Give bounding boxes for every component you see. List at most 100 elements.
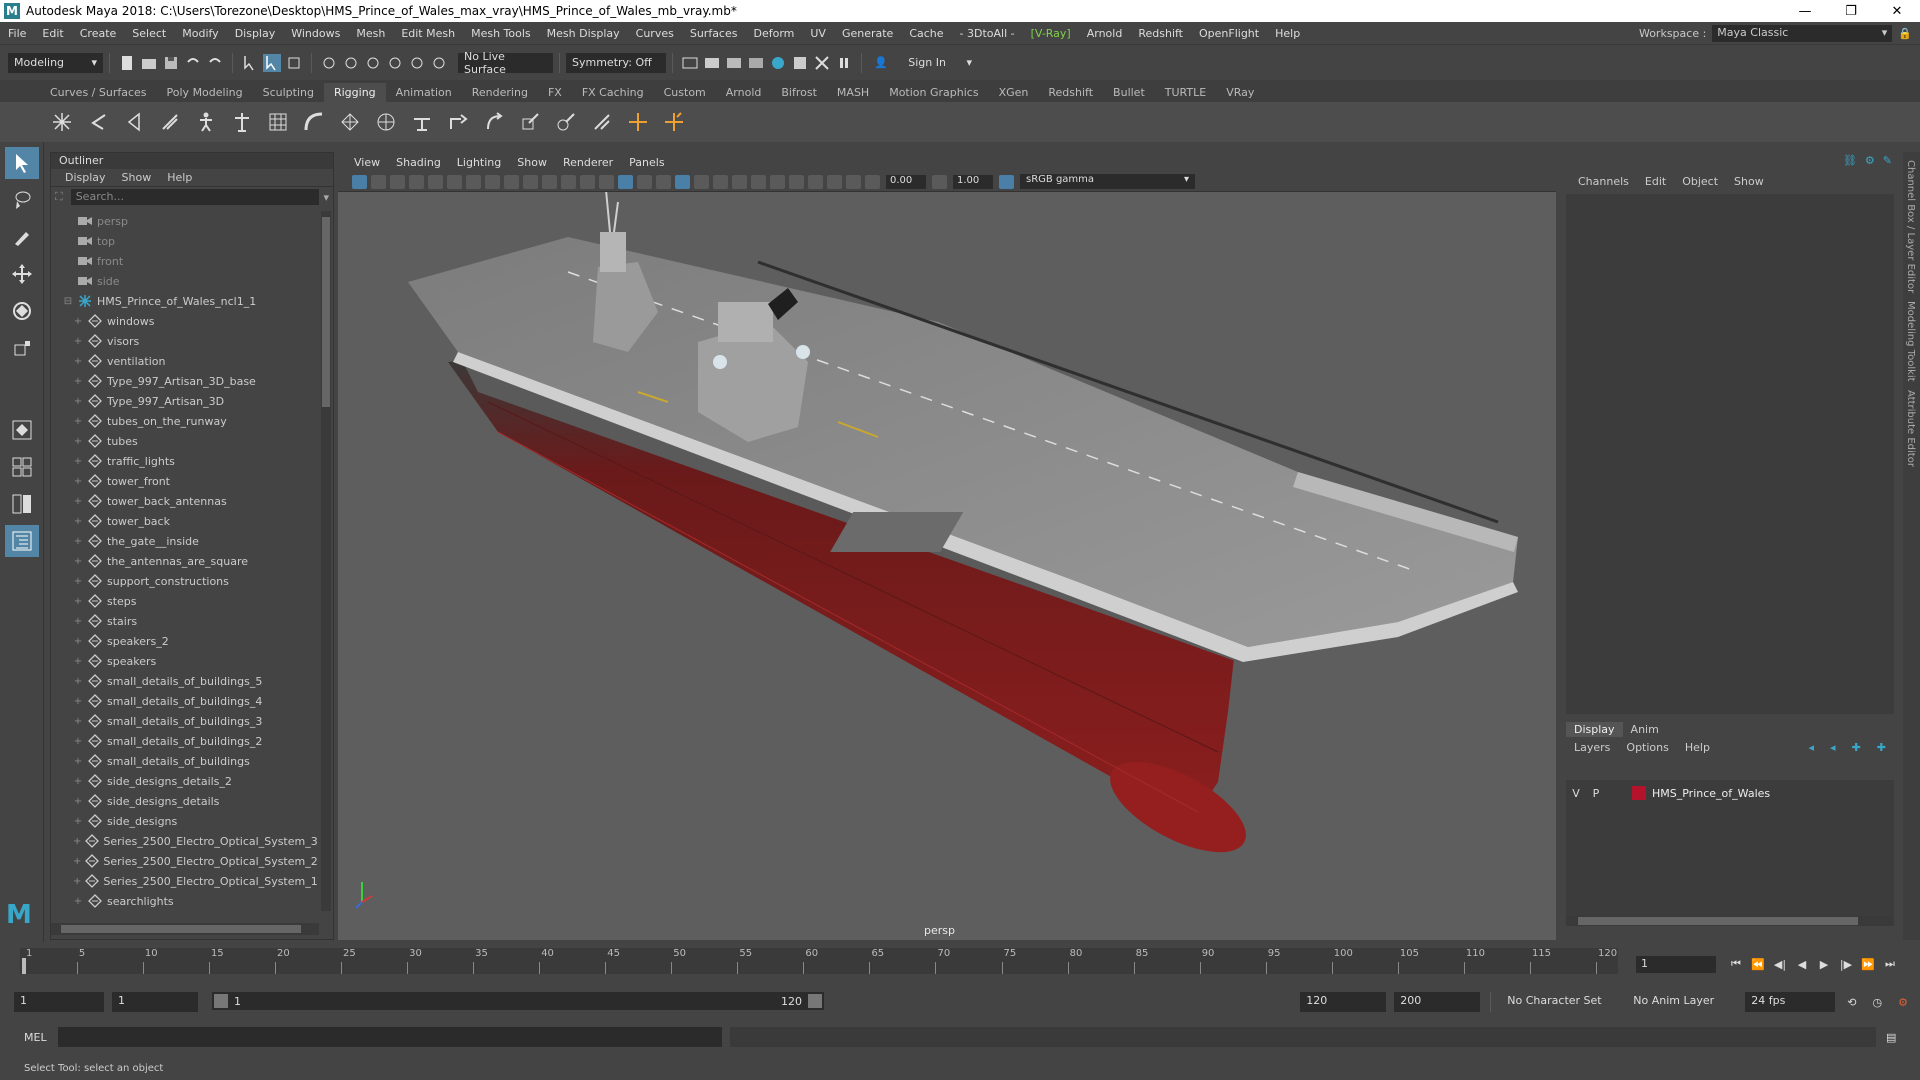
expand-icon[interactable]: +: [73, 736, 83, 747]
select-hierarchy-icon[interactable]: [241, 54, 259, 72]
new-layer-icon[interactable]: ✚: [1844, 741, 1869, 754]
outliner-item[interactable]: + traffic_lights: [51, 451, 317, 471]
outliner-item[interactable]: + side_designs_details: [51, 791, 317, 811]
menu-mesh[interactable]: Mesh: [348, 27, 393, 40]
exposure-icon[interactable]: [865, 174, 880, 189]
locator-icon[interactable]: [625, 109, 651, 135]
outliner-item[interactable]: + visors: [51, 331, 317, 351]
shelf-tab[interactable]: MASH: [827, 83, 879, 102]
tab-anim[interactable]: Anim: [1623, 722, 1667, 737]
outliner-item-camera[interactable]: top: [51, 231, 317, 251]
ipr-render-icon[interactable]: [725, 54, 743, 72]
range-slider-track[interactable]: 1 120: [212, 992, 824, 1010]
wireframe-on-shaded-icon[interactable]: [656, 174, 671, 189]
outliner-item-camera[interactable]: persp: [51, 211, 317, 231]
parent-constraint-icon[interactable]: [409, 109, 435, 135]
outliner-item-camera[interactable]: front: [51, 251, 317, 271]
search-input[interactable]: Search...: [70, 189, 320, 205]
scale-constraint-icon[interactable]: [517, 109, 543, 135]
undo-icon[interactable]: [184, 54, 202, 72]
move-layer-up-icon[interactable]: ◂: [1801, 741, 1823, 754]
single-perspective-layout-button[interactable]: [5, 414, 39, 446]
menu-set-dropdown[interactable]: Modeling ▾: [8, 52, 103, 73]
outliner-item-camera[interactable]: side: [51, 271, 317, 291]
play-backwards-button[interactable]: ◀: [1794, 956, 1810, 972]
shelf-tab[interactable]: FX: [538, 83, 572, 102]
four-view-layout-button[interactable]: [5, 451, 39, 483]
anti-aliasing-icon[interactable]: [770, 174, 785, 189]
outliner-item[interactable]: + Series_2500_Electro_Optical_System_3: [51, 831, 317, 851]
expand-icon[interactable]: +: [73, 436, 83, 447]
expand-icon[interactable]: +: [73, 376, 83, 387]
side-tab-modeling-toolkit[interactable]: Modeling Toolkit: [1905, 301, 1916, 382]
expand-icon[interactable]: +: [73, 456, 83, 467]
menu-edit[interactable]: Edit: [34, 27, 71, 40]
tab-display[interactable]: Display: [1566, 721, 1623, 737]
layer-menu-options[interactable]: Options: [1618, 741, 1676, 754]
step-forward-button[interactable]: ⏩: [1860, 956, 1876, 972]
expand-icon[interactable]: +: [73, 476, 83, 487]
scrollbar-thumb[interactable]: [1578, 917, 1858, 925]
outliner-item[interactable]: + side_designs_details_2: [51, 771, 317, 791]
wire-deformer-icon[interactable]: [337, 109, 363, 135]
persp-outliner-layout-button[interactable]: [5, 488, 39, 520]
menu-select[interactable]: Select: [124, 27, 174, 40]
default-material-icon[interactable]: [637, 174, 652, 189]
pole-vector-icon[interactable]: [589, 109, 615, 135]
outliner-item-root[interactable]: ⊟ HMS_Prince_of_Wales_ncl1_1: [51, 291, 317, 311]
expand-icon[interactable]: +: [73, 876, 81, 887]
side-tab-attribute-editor[interactable]: Attribute Editor: [1905, 390, 1916, 467]
outliner-item[interactable]: + windows: [51, 311, 317, 331]
resolution-gate-icon[interactable]: [504, 174, 519, 189]
menu-curves[interactable]: Curves: [628, 27, 682, 40]
menu-vray[interactable]: [V-Ray]: [1023, 27, 1079, 40]
shadows-icon[interactable]: [713, 174, 728, 189]
select-component-icon[interactable]: [285, 54, 303, 72]
outliner-item[interactable]: + tubes_on_the_runway: [51, 411, 317, 431]
layer-menu-help[interactable]: Help: [1677, 741, 1718, 754]
shelf-tab[interactable]: Bifrost: [771, 83, 827, 102]
playback-end-field[interactable]: 120: [1300, 992, 1387, 1012]
safe-title-icon[interactable]: [580, 174, 595, 189]
expand-icon[interactable]: +: [73, 796, 83, 807]
live-surface-field[interactable]: No Live Surface: [458, 50, 553, 76]
expand-icon[interactable]: +: [73, 676, 83, 687]
outliner-item[interactable]: + side_designs: [51, 811, 317, 831]
render-frame-icon[interactable]: [703, 54, 721, 72]
color-management-icon[interactable]: [999, 174, 1014, 189]
expand-icon[interactable]: +: [73, 336, 83, 347]
loop-icon[interactable]: ⟲: [1847, 996, 1856, 1009]
lock-icon[interactable]: 🔒: [1898, 27, 1912, 40]
hypershade-icon[interactable]: [769, 54, 787, 72]
mel-command-input[interactable]: [58, 1027, 722, 1047]
gamma-icon[interactable]: [932, 174, 947, 189]
layer-visibility-toggle[interactable]: V: [1566, 787, 1586, 800]
select-tool-button[interactable]: [5, 147, 39, 179]
use-all-lights-icon[interactable]: [694, 174, 709, 189]
quick-rig-icon[interactable]: [229, 109, 255, 135]
outliner-menu-display[interactable]: Display: [57, 171, 114, 184]
shelf-tab[interactable]: FX Caching: [572, 83, 654, 102]
outliner-item[interactable]: + searchlights: [51, 891, 317, 911]
chevron-down-icon[interactable]: ▾: [323, 191, 329, 204]
script-editor-icon[interactable]: ▤: [1886, 1031, 1896, 1044]
menu-edit-mesh[interactable]: Edit Mesh: [393, 27, 463, 40]
scale-tool-button[interactable]: [5, 332, 39, 364]
expand-icon[interactable]: +: [73, 316, 83, 327]
outliner-item[interactable]: + small_details_of_buildings_2: [51, 731, 317, 751]
expand-icon[interactable]: +: [73, 816, 83, 827]
outliner-item[interactable]: + stairs: [51, 611, 317, 631]
safe-action-icon[interactable]: [561, 174, 576, 189]
outliner-item[interactable]: + tower_back_antennas: [51, 491, 317, 511]
menu-create[interactable]: Create: [72, 27, 125, 40]
shelf-tab[interactable]: Rendering: [462, 83, 538, 102]
outliner-menu-show[interactable]: Show: [114, 171, 160, 184]
isolate-select-icon[interactable]: [808, 174, 823, 189]
rotate-tool-button[interactable]: [5, 295, 39, 327]
shelf-tab[interactable]: XGen: [989, 83, 1039, 102]
workspace-dropdown[interactable]: Maya Classic ▾: [1712, 24, 1893, 42]
viewport-canvas[interactable]: persp: [338, 189, 1556, 940]
prev-key-button[interactable]: ◀|: [1772, 956, 1788, 972]
lasso-tool-button[interactable]: [5, 184, 39, 216]
image-plane-icon[interactable]: [409, 174, 424, 189]
